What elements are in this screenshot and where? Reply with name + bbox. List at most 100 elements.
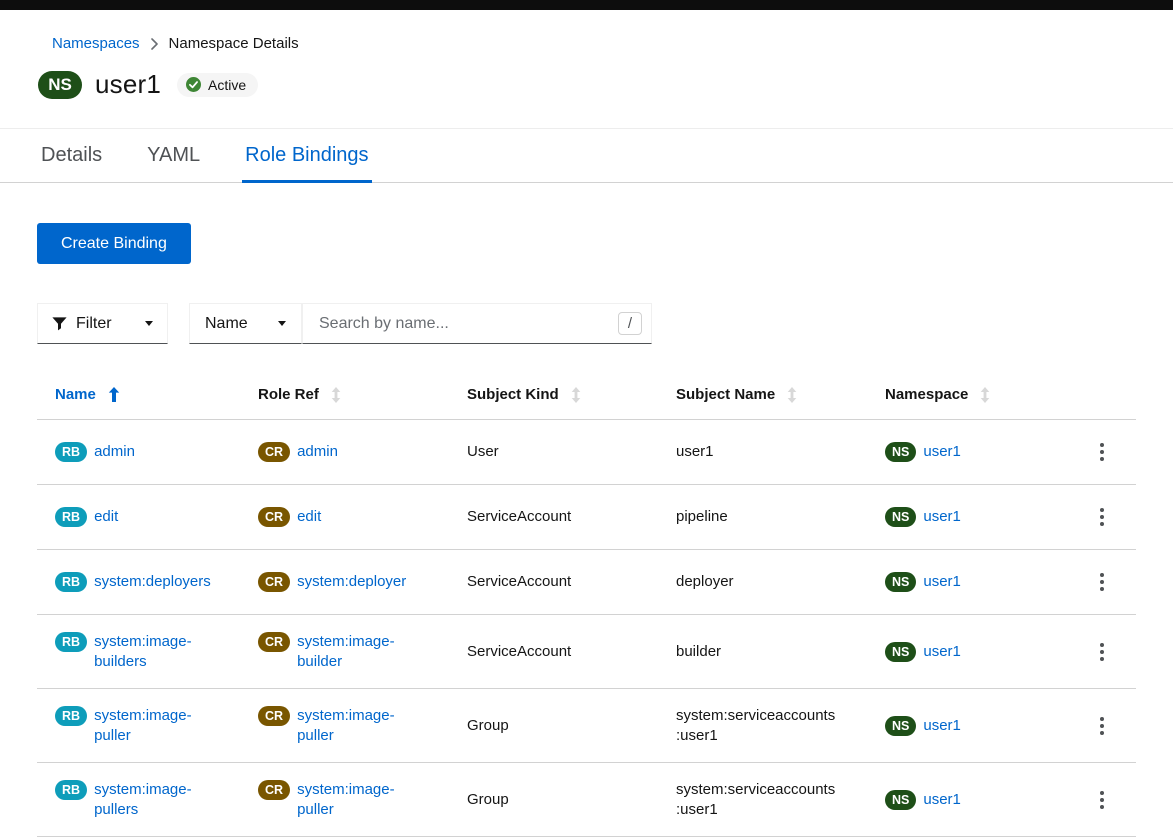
column-header-label: Subject Kind xyxy=(467,386,559,403)
chevron-down-icon xyxy=(145,321,153,326)
role-bindings-table: Name Role Ref Subject Kind Subject Name xyxy=(37,374,1136,837)
cell-actions xyxy=(1073,485,1136,550)
table-row: RB system:image-builders CR system:image… xyxy=(37,615,1136,689)
namespace-link[interactable]: user1 xyxy=(923,442,961,462)
clusterrole-link[interactable]: system:deployer xyxy=(297,572,406,592)
rolebinding-link[interactable]: admin xyxy=(94,442,135,462)
kebab-menu-button[interactable] xyxy=(1092,502,1112,532)
kebab-dot xyxy=(1100,731,1104,735)
tab-yaml[interactable]: YAML xyxy=(144,129,203,182)
column-header-subject-kind: Subject Kind xyxy=(467,374,676,420)
kebab-dot xyxy=(1100,457,1104,461)
chevron-down-icon xyxy=(278,321,286,326)
breadcrumb-link-namespaces[interactable]: Namespaces xyxy=(52,35,140,52)
cell-namespace: NS user1 xyxy=(885,763,1073,837)
rolebinding-badge: RB xyxy=(55,706,87,726)
name-filter-dropdown[interactable]: Name xyxy=(189,303,302,344)
kebab-dot xyxy=(1100,657,1104,661)
cell-role-ref: CR system:deployer xyxy=(258,550,467,615)
tab-role-bindings[interactable]: Role Bindings xyxy=(242,129,371,182)
clusterrole-link[interactable]: system:image-puller xyxy=(297,706,423,745)
cell-actions xyxy=(1073,550,1136,615)
kebab-menu-button[interactable] xyxy=(1092,437,1112,467)
cell-name: RB system:deployers xyxy=(37,550,258,615)
rolebinding-link[interactable]: system:image-builders xyxy=(94,632,220,671)
sort-button[interactable]: Name xyxy=(55,386,120,403)
cell-namespace: NS user1 xyxy=(885,420,1073,485)
cell-namespace: NS user1 xyxy=(885,550,1073,615)
column-header-name: Name xyxy=(37,374,258,420)
cell-subject-kind: Group xyxy=(467,689,676,763)
namespace-link[interactable]: user1 xyxy=(923,790,961,810)
clusterrole-link[interactable]: system:image-builder xyxy=(297,632,423,671)
breadcrumb-current: Namespace Details xyxy=(169,35,299,52)
namespace-badge: NS xyxy=(885,507,916,527)
kebab-dot xyxy=(1100,443,1104,447)
kebab-menu-button[interactable] xyxy=(1092,711,1112,741)
subject-name-text: deployer xyxy=(676,572,734,592)
subject-name-text: builder xyxy=(676,642,721,662)
tab-details[interactable]: Details xyxy=(38,129,105,182)
rolebinding-link[interactable]: system:image-puller xyxy=(94,706,220,745)
cell-name: RB admin xyxy=(37,420,258,485)
rolebinding-badge: RB xyxy=(55,507,87,527)
clusterrole-link[interactable]: admin xyxy=(297,442,338,462)
sort-button[interactable]: Subject Name xyxy=(676,386,797,403)
kebab-menu-button[interactable] xyxy=(1092,567,1112,597)
kebab-dot xyxy=(1100,643,1104,647)
kebab-dot xyxy=(1100,522,1104,526)
cell-subject-kind: User xyxy=(467,420,676,485)
namespace-link[interactable]: user1 xyxy=(923,642,961,662)
check-circle-icon xyxy=(186,77,201,92)
table-row: RB admin CR admin User user1 NS user1 xyxy=(37,420,1136,485)
sortable-icon xyxy=(571,387,581,403)
column-header-label: Namespace xyxy=(885,386,968,403)
create-binding-button[interactable]: Create Binding xyxy=(37,223,191,264)
rolebinding-link[interactable]: system:deployers xyxy=(94,572,211,592)
cell-subject-kind: ServiceAccount xyxy=(467,485,676,550)
status-badge: Active xyxy=(177,73,258,97)
kebab-menu-button[interactable] xyxy=(1092,637,1112,667)
table-row: RB system:image-pullers CR system:image-… xyxy=(37,763,1136,837)
kebab-dot xyxy=(1100,450,1104,454)
namespace-badge: NS xyxy=(885,716,916,736)
kebab-menu-button[interactable] xyxy=(1092,785,1112,815)
masthead-bar xyxy=(0,0,1173,10)
main-content: Create Binding Filter Name / Name xyxy=(0,183,1173,837)
breadcrumb: Namespaces Namespace Details xyxy=(0,10,1173,52)
filter-funnel-icon xyxy=(52,317,67,331)
name-filter-selected: Name xyxy=(205,315,248,333)
kebab-dot xyxy=(1100,508,1104,512)
sort-button[interactable]: Namespace xyxy=(885,386,990,403)
cell-subject-kind: ServiceAccount xyxy=(467,615,676,689)
sort-ascending-icon xyxy=(108,387,120,402)
namespace-link[interactable]: user1 xyxy=(923,716,961,736)
rolebinding-link[interactable]: edit xyxy=(94,507,118,527)
clusterrole-resource: CR admin xyxy=(258,442,453,462)
tabs: Details YAML Role Bindings xyxy=(0,128,1173,183)
sort-button[interactable]: Subject Kind xyxy=(467,386,581,403)
column-header-subject-name: Subject Name xyxy=(676,374,885,420)
page-title: user1 xyxy=(95,69,161,100)
rolebinding-badge: RB xyxy=(55,632,87,652)
cell-name: RB system:image-builders xyxy=(37,615,258,689)
namespace-link[interactable]: user1 xyxy=(923,507,961,527)
clusterrole-link[interactable]: edit xyxy=(297,507,321,527)
clusterrole-link[interactable]: system:image-puller xyxy=(297,780,423,819)
search-input[interactable] xyxy=(317,314,618,334)
column-header-label: Subject Name xyxy=(676,386,775,403)
cell-actions xyxy=(1073,420,1136,485)
sort-button[interactable]: Role Ref xyxy=(258,386,341,403)
namespace-link[interactable]: user1 xyxy=(923,572,961,592)
kebab-dot xyxy=(1100,724,1104,728)
cell-name: RB system:image-puller xyxy=(37,689,258,763)
kebab-dot xyxy=(1100,798,1104,802)
rolebinding-link[interactable]: system:image-pullers xyxy=(94,780,220,819)
column-header-role-ref: Role Ref xyxy=(258,374,467,420)
cell-actions xyxy=(1073,615,1136,689)
clusterrole-resource: CR system:image-puller xyxy=(258,780,453,819)
cell-role-ref: CR system:image-puller xyxy=(258,689,467,763)
filter-dropdown[interactable]: Filter xyxy=(37,303,168,344)
cell-subject-name: user1 xyxy=(676,420,885,485)
subject-name-text: pipeline xyxy=(676,507,728,527)
